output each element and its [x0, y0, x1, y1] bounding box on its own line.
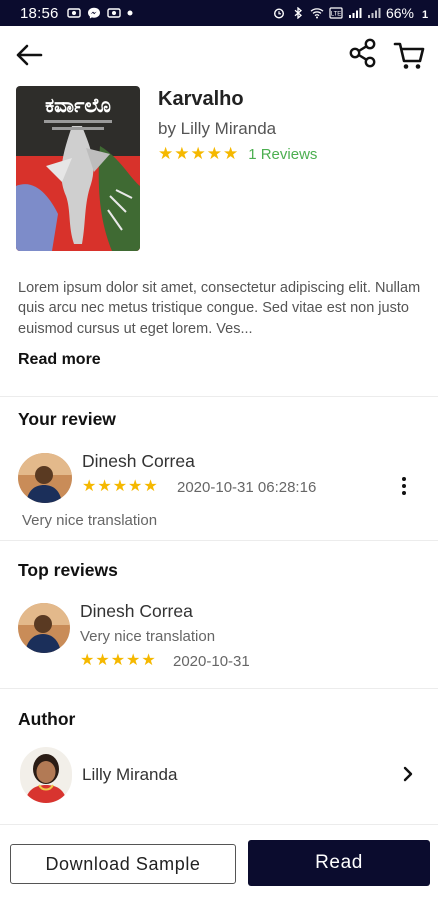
divider [0, 824, 438, 825]
avatar-photo [20, 747, 72, 803]
more-options-icon[interactable] [398, 476, 410, 496]
svg-text:LTE: LTE [331, 12, 342, 18]
screenshot-notification-icon-2 [106, 8, 121, 18]
review-datetime: 2020-10-31 06:28:16 [177, 479, 317, 496]
review-stars: ★★★★★ [82, 478, 159, 495]
rating-row: ★★★★★ 1 Reviews [158, 144, 317, 164]
signal-icon [348, 8, 362, 18]
avatar-photo [18, 453, 72, 503]
book-cover-image[interactable]: ಕರ್ವಾಲೊ [16, 86, 140, 251]
dot-icon [127, 10, 133, 16]
system-icons: LTE 66% [272, 5, 428, 21]
reviewer-avatar [18, 453, 72, 503]
signal-icon-2 [367, 8, 381, 18]
book-cover-title: ಕರ್ವಾಲೊ [45, 93, 111, 117]
share-icon[interactable] [348, 38, 378, 68]
screenshot-notification-icon [66, 8, 81, 18]
wifi-icon [310, 8, 324, 19]
download-sample-button[interactable]: Download Sample [10, 844, 236, 884]
messenger-icon [87, 7, 100, 19]
author-row[interactable]: Lilly Miranda [0, 740, 438, 810]
chevron-right-icon[interactable] [402, 766, 414, 782]
bottom-action-bar: Download Sample Read [0, 828, 438, 900]
divider [0, 540, 438, 541]
author-section-title: Author [18, 709, 76, 729]
reviews-link[interactable]: 1 Reviews [248, 146, 317, 163]
bluetooth-icon [294, 7, 302, 19]
your-review-title: Your review [18, 409, 116, 429]
cart-icon[interactable] [393, 38, 427, 72]
book-author[interactable]: by Lilly Miranda [158, 119, 276, 139]
top-reviews-title: Top reviews [18, 560, 118, 580]
read-more-link[interactable]: Read more [18, 351, 101, 369]
divider [0, 688, 438, 689]
top-reviewer-name: Dinesh Correa [80, 601, 193, 621]
top-review-date: 2020-10-31 [173, 653, 250, 670]
book-title: Karvalho [158, 88, 244, 110]
reviewer-avatar [18, 603, 70, 653]
notification-icons [66, 7, 133, 19]
divider [0, 396, 438, 397]
arrow-left-icon[interactable] [14, 42, 44, 68]
volte-icon: LTE [329, 7, 343, 19]
review-text: Very nice translation [22, 512, 158, 529]
book-cover-art: ಕರ್ವಾಲೊ [16, 86, 140, 251]
cart-count-badge: 1 [416, 6, 434, 24]
star-rating: ★★★★★ [158, 144, 240, 163]
read-button[interactable]: Read [248, 840, 430, 886]
top-app-bar [0, 26, 438, 84]
top-review-stars: ★★★★★ [80, 652, 157, 669]
author-name: Lilly Miranda [82, 765, 178, 784]
reviewer-name: Dinesh Correa [82, 451, 195, 471]
alarm-icon [273, 8, 284, 19]
avatar-photo [18, 603, 70, 653]
book-description: Lorem ipsum dolor sit amet, consectetur … [18, 280, 421, 337]
battery-percent: 66% [385, 5, 414, 21]
status-time: 18:56 [20, 4, 59, 22]
top-review-text: Very nice translation [80, 628, 216, 645]
status-bar: 18:56 LTE 66% [0, 0, 438, 26]
author-avatar [20, 747, 72, 803]
